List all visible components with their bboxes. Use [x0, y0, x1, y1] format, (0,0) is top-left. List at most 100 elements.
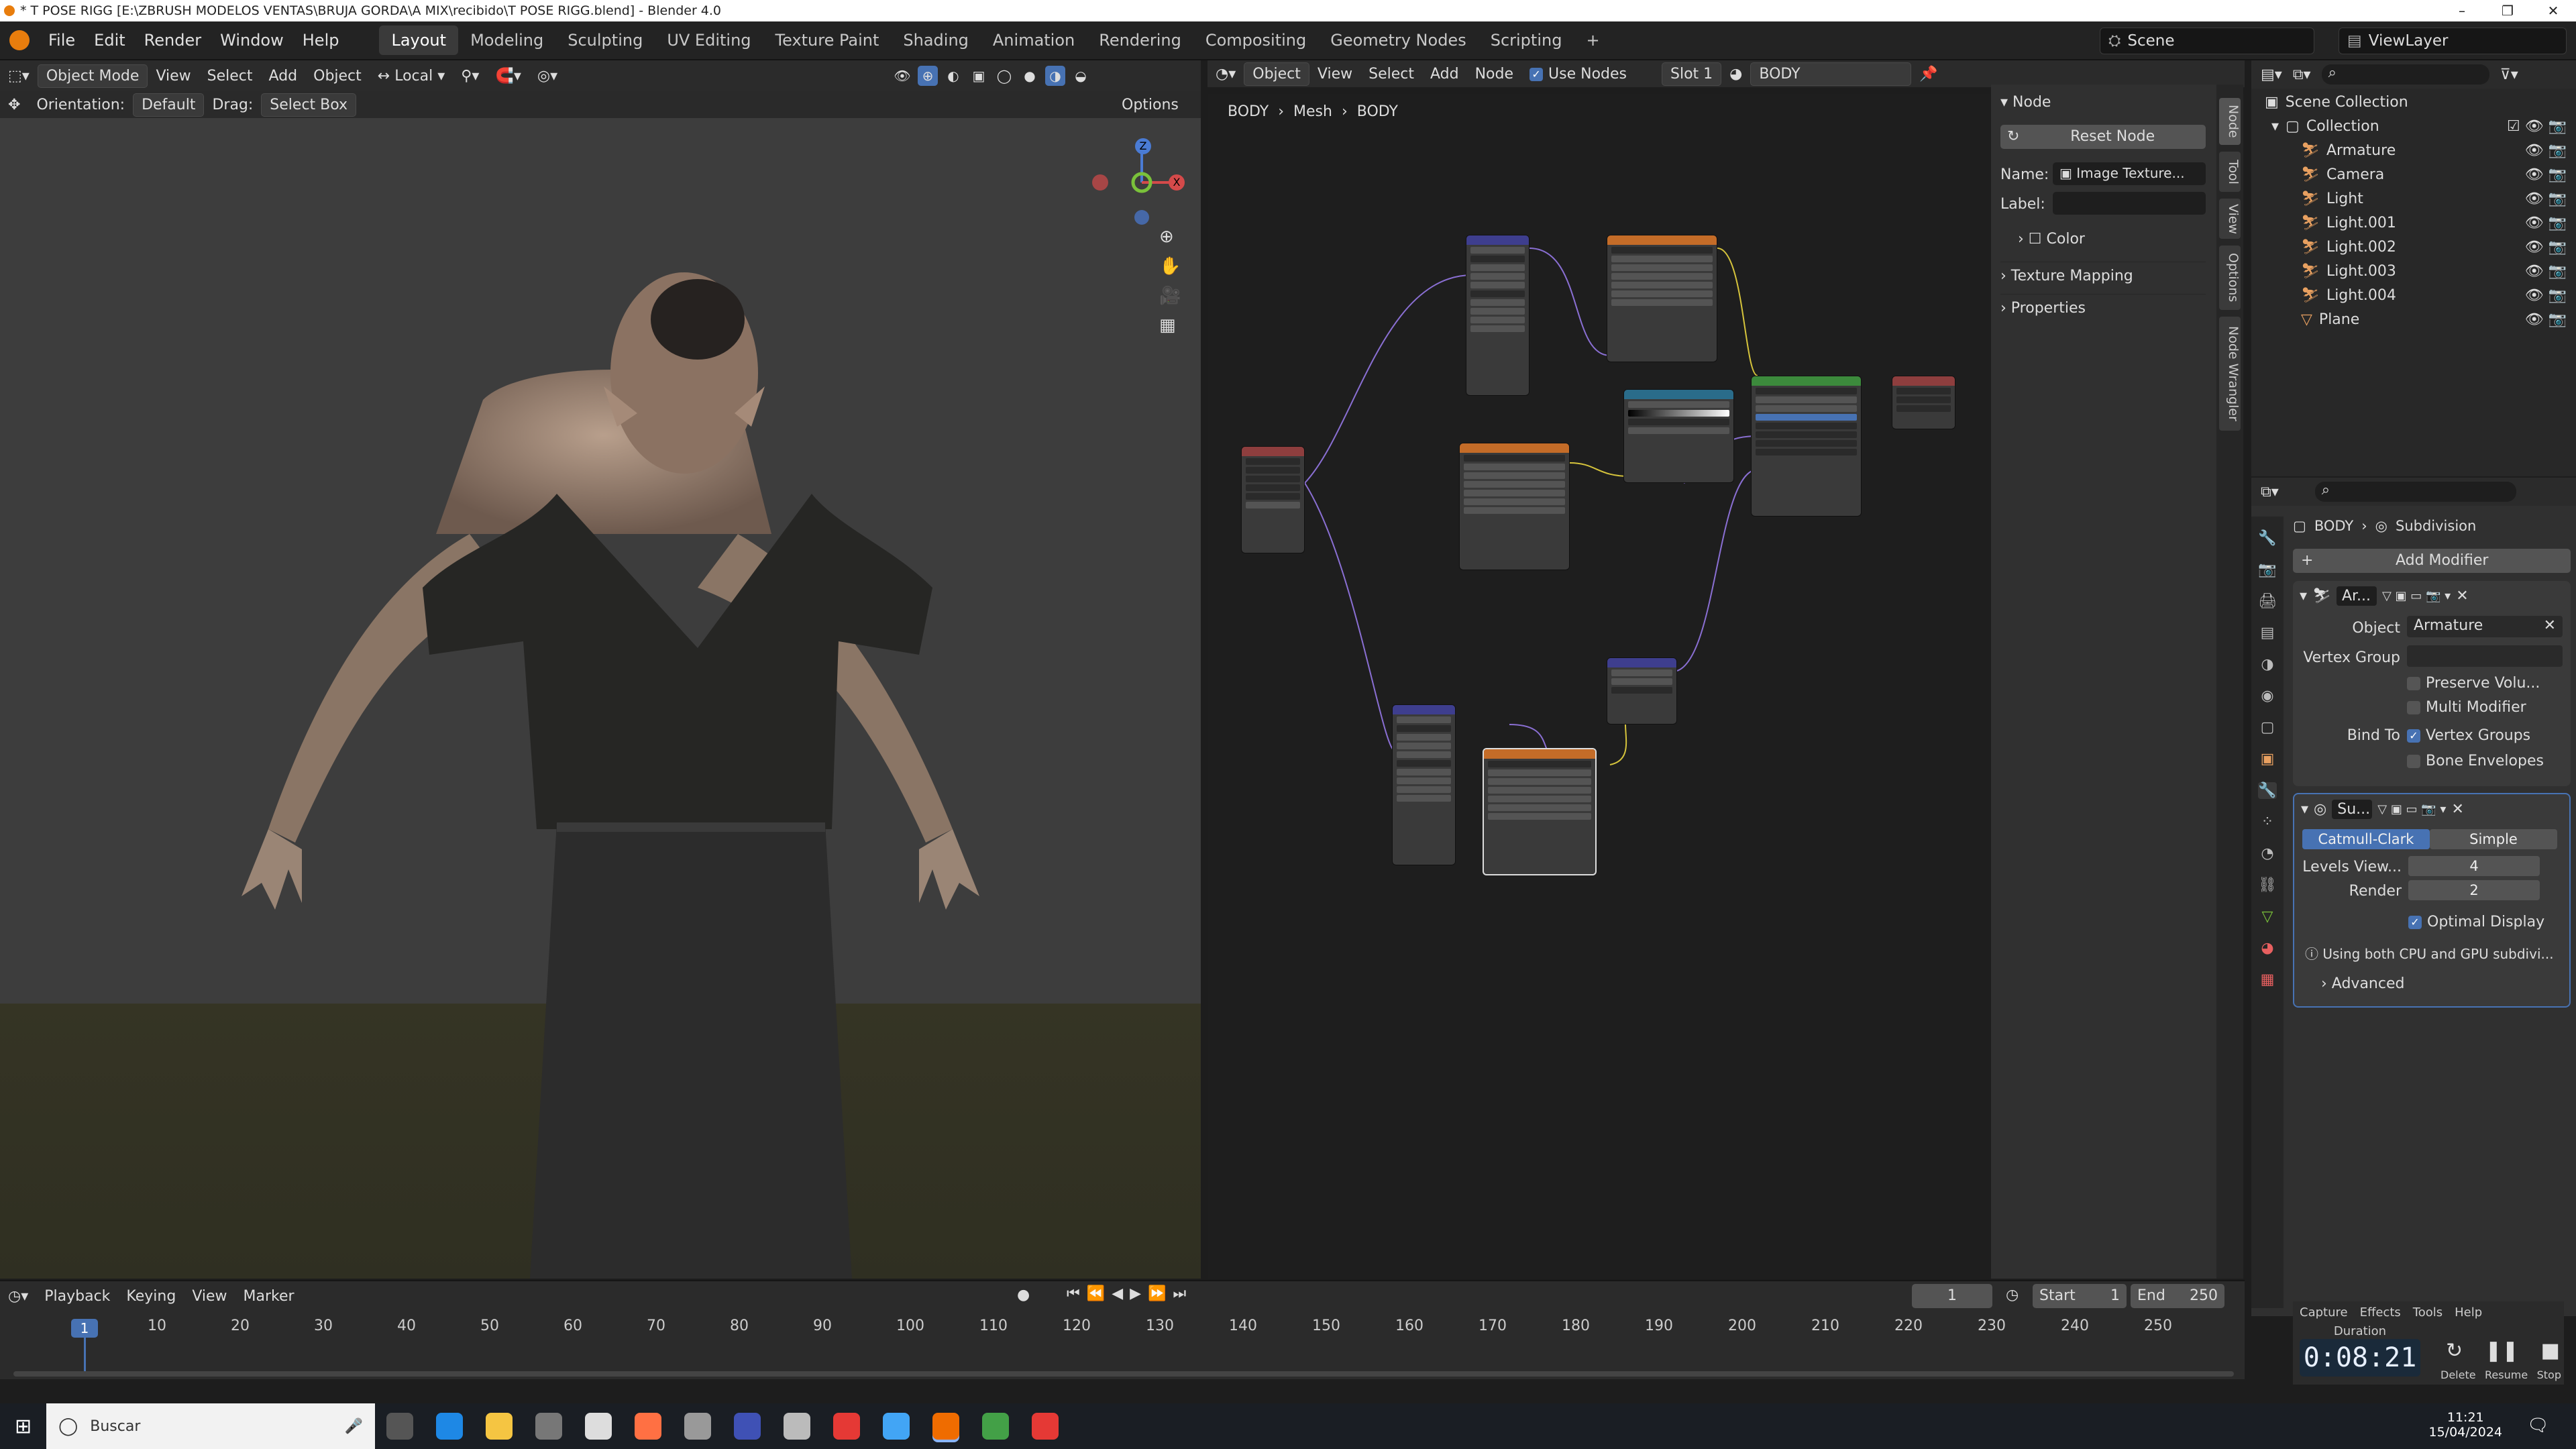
app-k-icon[interactable] — [684, 1413, 712, 1440]
modifier-toggle-icons[interactable]: ▽ ▣ ▭ 📷 ▾ — [2382, 589, 2451, 603]
armature-object-field[interactable]: Armature ✕ — [2407, 616, 2563, 637]
snap-icon[interactable]: 🧲▾ — [487, 68, 529, 85]
gizmo-z-axis[interactable]: Z — [1135, 138, 1151, 154]
workspace-tab-geometry-nodes[interactable]: Geometry Nodes — [1318, 25, 1478, 55]
node-material-output[interactable] — [1892, 376, 1955, 429]
end-frame-field[interactable]: End 250 — [2131, 1284, 2224, 1308]
shading-wireframe-icon[interactable]: ◯ — [994, 66, 1014, 86]
world-tab-icon[interactable]: ◉ — [2261, 688, 2273, 704]
object-mode-dropdown[interactable]: Object Mode — [37, 64, 148, 88]
store-icon[interactable] — [535, 1413, 563, 1440]
xray-icon[interactable]: ▣ — [969, 66, 989, 86]
recorder-tab-help[interactable]: Help — [2455, 1305, 2482, 1320]
screen-recorder-taskbar-icon[interactable] — [1032, 1413, 1059, 1440]
slot-dropdown[interactable]: Slot 1 — [1662, 62, 1722, 86]
add-workspace-button[interactable]: + — [1574, 25, 1611, 55]
properties-editor-icon[interactable]: ⧉▾ — [2261, 484, 2279, 500]
properties-search-input[interactable]: ⌕ — [2314, 482, 2516, 502]
render-tab-icon[interactable]: 📷 — [2258, 561, 2276, 578]
blender-taskbar-icon[interactable] — [932, 1413, 960, 1440]
menu-help[interactable]: Help — [293, 31, 349, 50]
mail-icon[interactable] — [585, 1413, 612, 1440]
object-tab-icon[interactable]: ▣ — [2261, 751, 2275, 767]
node-menu-view[interactable]: View — [1309, 66, 1360, 83]
bone-envelopes-checkbox[interactable]: Bone Envelopes — [2407, 753, 2544, 769]
tab-options[interactable]: Options — [2219, 246, 2241, 310]
overlay-icon[interactable]: ◐ — [943, 66, 963, 86]
viewport-menu-object[interactable]: Object — [305, 68, 370, 85]
shader-type-dropdown[interactable]: Object — [1244, 62, 1309, 86]
viewport-menu-add[interactable]: Add — [261, 68, 306, 85]
notifications-icon[interactable]: 🗨 — [2527, 1415, 2549, 1436]
gizmo-toggle-icon[interactable]: ⊕ — [918, 66, 938, 86]
material-name-field[interactable]: BODY — [1750, 62, 1912, 86]
recorder-tab-effects[interactable]: Effects — [2360, 1305, 2401, 1320]
stop-button-label[interactable]: Stop — [2537, 1368, 2561, 1381]
menu-edit[interactable]: Edit — [85, 31, 134, 50]
close-button[interactable]: ✕ — [2530, 0, 2576, 21]
row-visibility-icons[interactable]: 👁 📷 — [2525, 215, 2567, 231]
preview-range-icon[interactable]: ◷ — [2006, 1287, 2019, 1303]
vertex-groups-checkbox[interactable]: ✓ Vertex Groups — [2407, 727, 2530, 744]
workspace-tab-sculpting[interactable]: Sculpting — [555, 25, 655, 55]
physics-tab-icon[interactable]: ◔ — [2261, 845, 2273, 862]
shading-solid-icon[interactable]: ● — [1020, 66, 1040, 86]
remove-modifier-icon[interactable]: ✕ — [2451, 801, 2463, 818]
microphone-icon[interactable]: 🎤 — [345, 1418, 363, 1435]
move-tool-icon[interactable]: ✥ — [0, 97, 28, 113]
node-menu-add[interactable]: Add — [1422, 66, 1467, 83]
node-image-texture-normal[interactable] — [1483, 748, 1597, 875]
recorder-tab-capture[interactable]: Capture — [2300, 1305, 2348, 1320]
playhead-frame-indicator[interactable]: 1 — [71, 1319, 98, 1338]
levels-viewport-field[interactable]: 4 — [2408, 856, 2540, 876]
node-name-field[interactable]: ▣ Image Texture... — [2053, 162, 2206, 185]
armature-modifier-name[interactable]: Ar... — [2336, 586, 2377, 606]
windows-start-icon[interactable]: ⊞ — [15, 1415, 32, 1438]
outliner-row-light-004[interactable]: ⛷ Light.004 👁 📷 — [2251, 283, 2576, 307]
tool-tab-icon[interactable]: 🔧 — [2258, 530, 2276, 547]
stop-icon[interactable]: ■ — [2541, 1339, 2560, 1362]
task-view-icon[interactable] — [386, 1413, 414, 1440]
scene-tab-icon[interactable]: ◑ — [2261, 656, 2273, 673]
timeline-ruler[interactable]: 10 20 30 40 50 60 70 80 90 100 110 120 130 140 150 160 1… — [0, 1313, 2245, 1340]
orientation-dropdown[interactable]: Default — [133, 93, 205, 117]
material-tab-icon[interactable]: ◕ — [2261, 940, 2273, 957]
outliner-row-light-001[interactable]: ⛷ Light.001 👁 📷 — [2251, 211, 2576, 235]
3d-viewport[interactable]: Z X ⊕ ✋ 🎥 ▦ — [0, 118, 1201, 1279]
reset-node-button[interactable]: ↻ Reset Node — [2000, 125, 2206, 149]
optimal-display-checkbox[interactable]: ✓ Optimal Display — [2408, 914, 2544, 930]
keying-menu[interactable]: Keying — [118, 1288, 184, 1305]
workspace-tab-shading[interactable]: Shading — [891, 25, 981, 55]
delete-recording-icon[interactable]: ↻ — [2446, 1339, 2463, 1362]
node-image-texture-roughness[interactable] — [1459, 443, 1570, 570]
workspace-tab-scripting[interactable]: Scripting — [1479, 25, 1574, 55]
camera-view-icon[interactable]: 🎥 — [1159, 286, 1181, 306]
use-nodes-toggle[interactable]: ✓ Use Nodes — [1521, 66, 1635, 83]
options-dropdown[interactable]: Options — [1114, 97, 1187, 113]
node-mapping-1[interactable] — [1466, 235, 1529, 396]
scene-selector[interactable]: ⛭ Scene — [2100, 28, 2314, 54]
node-mapping-2[interactable] — [1392, 704, 1456, 865]
data-tab-icon[interactable]: ▽ — [2262, 908, 2273, 925]
timeline-view-menu[interactable]: View — [184, 1288, 235, 1305]
row-visibility-icons[interactable]: 👁 📷 — [2525, 263, 2567, 280]
maximize-button[interactable]: ❐ — [2485, 0, 2530, 21]
playback-controls[interactable]: ⏮⏪◀▶⏩⏭ — [1067, 1285, 1193, 1302]
modifier-tab-icon[interactable]: 🔧 — [2258, 782, 2277, 799]
workspace-tab-texture-paint[interactable]: Texture Paint — [763, 25, 892, 55]
modifier-toggle-icons[interactable]: ▽ ▣ ▭ 📷 ▾ — [2377, 802, 2446, 816]
editor-type-icon[interactable]: ⬚▾ — [0, 68, 38, 85]
navigation-gizmo[interactable]: Z X — [1081, 127, 1185, 228]
app-red-icon[interactable] — [833, 1413, 861, 1440]
view-layer-tab-icon[interactable]: ▤ — [2261, 625, 2275, 641]
node-image-texture-color[interactable] — [1607, 235, 1717, 362]
recorder-tab-tools[interactable]: Tools — [2413, 1305, 2443, 1320]
delete-button-label[interactable]: Delete — [2440, 1368, 2476, 1381]
node-menu-node[interactable]: Node — [1467, 66, 1521, 83]
workspace-tab-layout[interactable]: Layout — [379, 25, 459, 55]
taskbar-clock[interactable]: 11:21 15/04/2024 — [2428, 1410, 2502, 1440]
pivot-icon[interactable]: ⚲▾ — [453, 68, 487, 85]
workspace-tab-animation[interactable]: Animation — [981, 25, 1087, 55]
row-visibility-icons[interactable]: 👁 📷 — [2525, 166, 2567, 183]
gizmo-x-axis[interactable]: X — [1169, 174, 1185, 191]
